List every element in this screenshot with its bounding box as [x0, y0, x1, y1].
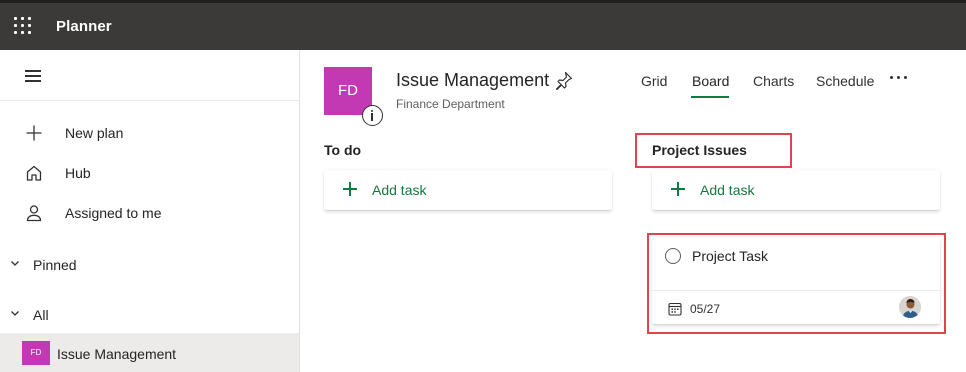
pin-icon[interactable]	[554, 70, 574, 90]
waffle-icon[interactable]	[14, 17, 34, 37]
sidebar-divider	[0, 100, 299, 101]
sidebar-item-label: New plan	[65, 125, 124, 141]
chevron-down-icon	[11, 311, 19, 316]
hamburger-icon[interactable]	[25, 70, 41, 82]
tab-charts[interactable]: Charts	[753, 73, 794, 89]
section-label: All	[33, 307, 49, 323]
more-icon[interactable]	[888, 70, 910, 84]
home-icon	[26, 165, 42, 181]
active-tab-indicator	[691, 96, 729, 98]
sidebar: New plan Hub Assigned to me Pinned All F…	[0, 50, 300, 372]
bucket-title-to-do[interactable]: To do	[324, 142, 361, 158]
chevron-down-icon	[11, 261, 19, 266]
highlight-box	[647, 233, 946, 334]
add-task-label: Add task	[372, 182, 427, 198]
tab-grid[interactable]: Grid	[641, 73, 667, 89]
section-pinned[interactable]: Pinned	[0, 250, 299, 280]
plus-icon	[26, 125, 42, 141]
sidebar-item-assigned-to-me[interactable]: Assigned to me	[0, 195, 299, 231]
sidebar-item-label: Issue Management	[57, 346, 177, 362]
plus-icon	[343, 182, 357, 196]
sidebar-item-issue-management[interactable]: FD Issue Management	[0, 333, 299, 372]
add-task-label: Add task	[700, 182, 755, 198]
app-header: Planner	[0, 0, 966, 50]
sidebar-item-hub[interactable]: Hub	[0, 155, 299, 191]
sidebar-item-label: Assigned to me	[65, 205, 162, 221]
tab-schedule[interactable]: Schedule	[816, 73, 874, 89]
info-icon[interactable]	[362, 105, 383, 126]
page-title: Issue Management	[396, 70, 550, 90]
sidebar-item-label: Hub	[65, 165, 91, 181]
section-label: Pinned	[33, 257, 77, 273]
add-task-button[interactable]: Add task	[324, 170, 612, 210]
sidebar-item-new-plan[interactable]: New plan	[0, 115, 299, 151]
plus-icon	[671, 182, 685, 196]
highlight-box	[635, 133, 792, 168]
section-all[interactable]: All	[0, 300, 299, 330]
plan-group-name[interactable]: Finance Department	[396, 97, 505, 111]
add-task-button[interactable]: Add task	[652, 170, 940, 210]
app-title[interactable]: Planner	[56, 18, 112, 35]
tab-board[interactable]: Board	[692, 73, 729, 89]
person-icon	[26, 205, 42, 222]
plan-avatar: FD	[22, 341, 50, 365]
